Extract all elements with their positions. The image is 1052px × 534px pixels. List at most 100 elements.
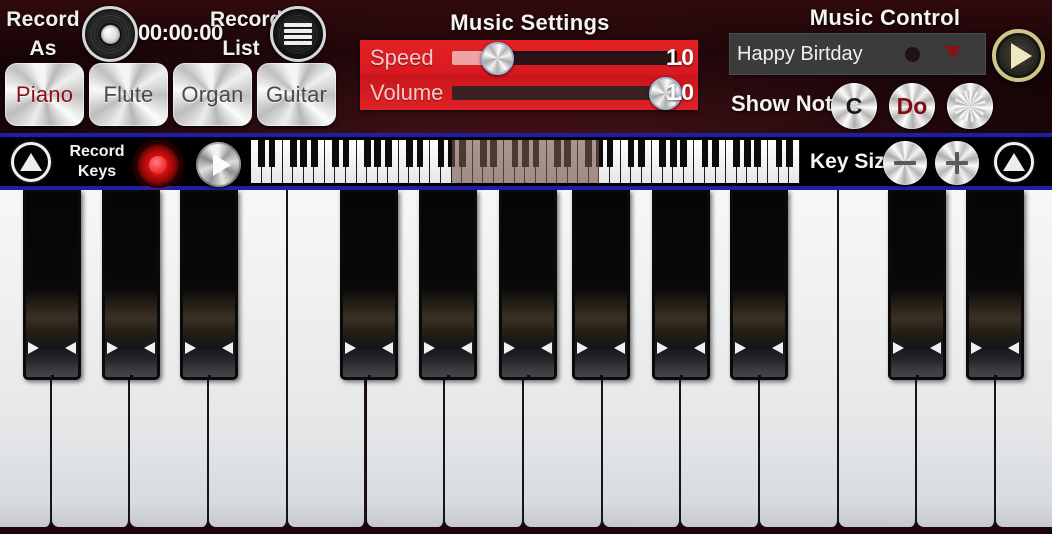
mini-black-key [775,140,783,167]
speed-value: 1.0 [666,44,694,70]
list-lines-icon[interactable] [270,6,326,62]
mini-black-key [268,140,276,167]
chevron-down-icon [945,46,962,62]
mini-black-key [733,140,741,167]
mini-black-key [564,140,572,167]
volume-slider-track[interactable] [452,86,677,100]
speed-label: Speed [370,45,434,70]
mini-black-key [363,140,371,167]
black-key-stem [129,375,133,377]
mini-black-key [701,140,709,167]
music-settings-title: Music Settings [450,10,610,35]
black-key-stem [526,375,530,377]
keyboard-toolbar: Record Keys Key Size [0,133,1052,190]
piano-black-key[interactable] [23,190,81,380]
black-key-stem [993,375,997,377]
mini-black-key [669,140,677,167]
mini-black-key [258,140,265,167]
mini-black-key [384,140,392,167]
record-list-line2: List [222,37,260,60]
mini-black-key [712,140,719,167]
play-keys-button[interactable] [196,142,241,187]
mini-black-key [310,140,318,167]
mini-black-key [374,140,382,167]
volume-label: Volume [370,80,444,105]
piano-black-key[interactable] [419,190,477,380]
volume-slider-row: Volume 1.0 [360,75,698,110]
mini-black-key [786,140,793,167]
key-size-increase-button[interactable] [935,141,979,185]
record-keys-label: Record Keys [68,142,126,182]
black-key-notch [502,342,554,354]
piano-black-key[interactable] [966,190,1024,380]
mini-keyboard-overview[interactable] [251,140,800,183]
instrument-button-flute[interactable]: Flute [89,63,168,126]
note-style-button-do[interactable]: Do [889,83,935,129]
piano-black-key[interactable] [180,190,238,380]
key-size-decrease-button[interactable] [883,141,927,185]
piano-black-key[interactable] [572,190,630,380]
mini-black-key [511,140,519,167]
mini-black-key [596,140,603,167]
song-select-dot-icon [905,47,920,62]
mini-black-key [289,140,297,167]
mini-black-key [659,140,667,167]
triangle-up-icon-right[interactable] [994,142,1034,182]
blank-spokes-icon [954,90,986,122]
song-play-button[interactable] [992,29,1045,82]
black-key-stem [757,375,761,377]
black-key-notch [575,342,627,354]
black-key-notch [422,342,474,354]
speed-slider-row: Speed 1.0 [360,40,698,75]
black-key-stem [207,375,211,377]
triangle-up-icon-left[interactable] [11,142,51,182]
record-list-line1: Record [210,8,283,31]
instrument-button-row: Piano Flute Organ Guitar [5,63,336,126]
music-control-title: Music Control [809,5,961,30]
record-keys-line2: Keys [77,163,117,180]
record-keys-line1: Record [69,143,125,160]
record-as-sound-line1: Record [6,8,80,31]
black-key-stem [446,375,450,377]
black-key-notch [891,342,943,354]
mini-black-key [743,140,751,167]
mini-black-key [332,140,339,167]
mini-black-key [479,140,487,167]
note-style-button-c[interactable]: C [831,83,877,129]
speed-slider-thumb[interactable] [480,42,514,75]
mini-black-key [448,140,455,167]
song-select-dropdown[interactable]: Happy Birtday [729,33,986,75]
volume-slider-fill [452,86,666,100]
piano-black-key[interactable] [340,190,398,380]
list-bars-glyph [284,23,312,45]
mini-black-key [754,140,762,167]
black-key-stem [50,375,54,377]
piano-black-key[interactable] [499,190,557,380]
instrument-button-guitar[interactable]: Guitar [257,63,336,126]
piano-black-key[interactable] [730,190,788,380]
mini-black-key [553,140,561,167]
mini-black-key [585,140,593,167]
piano-black-key[interactable] [102,190,160,380]
instrument-button-piano[interactable]: Piano [5,63,84,126]
piano-keyboard[interactable] [0,190,1052,534]
mini-black-key [532,140,540,167]
note-style-button-off[interactable] [947,83,993,129]
black-key-notch [343,342,395,354]
mini-black-key [490,140,498,167]
mini-black-key [437,140,445,167]
record-dial-icon[interactable] [82,6,138,62]
black-key-notch [105,342,157,354]
instrument-button-organ[interactable]: Organ [173,63,252,126]
header-panel: Record As Sound 00:00:00 Record List Pia… [0,0,1052,133]
piano-black-key[interactable] [652,190,710,380]
music-settings-panel: Speed 1.0 Volume 1.0 [360,40,698,110]
mini-black-key [606,140,614,167]
black-key-notch [969,342,1021,354]
mini-black-key [405,140,413,167]
mini-black-key [300,140,308,167]
record-circle-icon[interactable] [135,142,181,188]
piano-app-screen: Record As Sound 00:00:00 Record List Pia… [0,0,1052,534]
black-key-stem [599,375,603,377]
piano-black-key[interactable] [888,190,946,380]
